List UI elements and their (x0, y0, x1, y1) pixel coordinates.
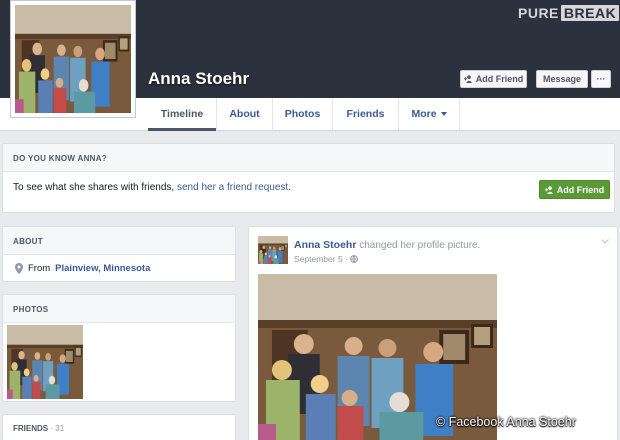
tab-timeline[interactable]: Timeline (148, 98, 216, 131)
friends-count: · 31 (50, 424, 65, 433)
timeline-post: Anna Stoehr changed her profile picture.… (248, 226, 618, 440)
tab-friends-label: Friends (346, 108, 385, 120)
profile-photo-image (15, 5, 131, 113)
add-friend-icon (463, 75, 472, 83)
tab-photos-label: Photos (284, 108, 321, 120)
do-you-know-message: To see what she shares with friends, sen… (13, 182, 291, 193)
tab-about[interactable]: About (216, 98, 272, 130)
add-friend-green-button[interactable]: Add Friend (539, 180, 610, 199)
tab-photos[interactable]: Photos (272, 98, 332, 130)
more-options-button[interactable]: ··· (591, 70, 611, 88)
location-pin-icon (15, 263, 23, 274)
hometown-link[interactable]: Plainview, Minnesota (55, 263, 150, 274)
friends-card: FRIENDS · 31 (2, 414, 236, 440)
do-you-know-text: To see what she shares with friends, (13, 182, 175, 193)
hometown-line: From Plainview, Minnesota (15, 263, 150, 274)
message-button[interactable]: Message (536, 70, 588, 88)
hometown-prefix: From (28, 263, 51, 274)
friends-heading: FRIENDS (13, 424, 49, 433)
about-card: ABOUT From Plainview, Minnesota (2, 226, 236, 282)
tab-timeline-label: Timeline (160, 108, 204, 120)
tab-about-label: About (229, 108, 260, 120)
chevron-down-icon (440, 112, 447, 116)
photos-heading: PHOTOS (3, 295, 235, 323)
photos-card: PHOTOS (2, 294, 236, 402)
do-you-know-heading: DO YOU KNOW ANNA? (3, 144, 614, 172)
post-action: changed her profile picture. (359, 240, 481, 251)
send-friend-request-link[interactable]: send her a friend request. (177, 182, 291, 193)
photo-thumbnail[interactable] (7, 325, 83, 399)
add-friend-button[interactable]: Add Friend (460, 70, 527, 88)
watermark-part1: PURE (518, 5, 559, 21)
post-author-name[interactable]: Anna Stoehr (294, 239, 356, 251)
profile-picture[interactable] (10, 0, 136, 118)
post-author-avatar[interactable] (258, 236, 288, 264)
about-heading: ABOUT (3, 227, 235, 255)
post-header: Anna Stoehr changed her profile picture. (294, 239, 480, 251)
tab-more[interactable]: More (398, 98, 460, 130)
friends-heading-line: FRIENDS · 31 (13, 424, 64, 433)
photo-credit: © Facebook Anna Stoehr (436, 415, 576, 429)
do-you-know-card: DO YOU KNOW ANNA? To see what she shares… (2, 143, 615, 213)
add-friend-icon (544, 185, 553, 194)
globe-icon (350, 255, 359, 263)
site-watermark: PURE BREAK (518, 4, 620, 22)
watermark-part2: BREAK (560, 5, 620, 21)
post-options-chevron-icon[interactable] (601, 239, 609, 244)
more-options-label: ··· (596, 74, 606, 84)
profile-name[interactable]: Anna Stoehr (148, 69, 249, 89)
message-label: Message (542, 74, 582, 84)
post-date-line: September 5 · (294, 254, 359, 264)
post-date[interactable]: September 5 · (294, 254, 348, 264)
tab-friends[interactable]: Friends (332, 98, 398, 130)
add-friend-label: Add Friend (475, 74, 524, 84)
tab-more-label: More (411, 108, 437, 120)
add-friend-green-label: Add Friend (556, 184, 605, 195)
